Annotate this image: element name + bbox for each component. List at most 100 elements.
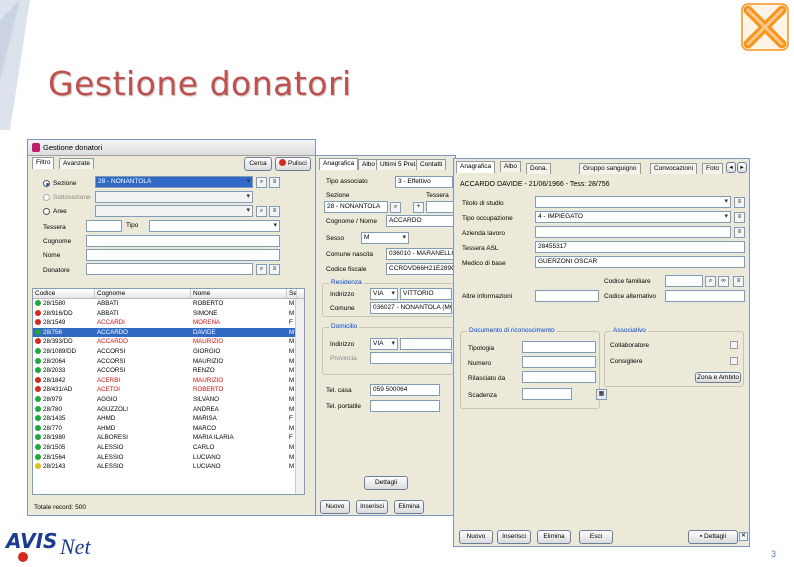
codice-familiare-list-icon[interactable]: ≡ bbox=[733, 276, 744, 287]
via-combo[interactable]: VIA bbox=[370, 288, 398, 300]
table-row[interactable]: 28/1435 AHMD MARISA F bbox=[33, 414, 304, 424]
dettagli-button-2[interactable]: Dettagli bbox=[364, 476, 408, 490]
sottosezione-radio[interactable] bbox=[43, 194, 50, 201]
aree-list-icon[interactable]: ≡ bbox=[269, 206, 280, 217]
collaboratore-checkbox[interactable] bbox=[730, 341, 738, 349]
telportatile-field[interactable] bbox=[370, 400, 440, 412]
scadenza-field[interactable] bbox=[522, 388, 572, 400]
add-icon[interactable]: + bbox=[413, 202, 424, 213]
indirizzo-field[interactable]: VITTORIO bbox=[400, 288, 452, 300]
nome-field[interactable] bbox=[86, 249, 280, 261]
table-row[interactable]: 28/2033 ACCORSI RENZO M bbox=[33, 366, 304, 376]
table-row[interactable]: 28/1842 ACERBI MAURIZIO M bbox=[33, 376, 304, 386]
column-cognome[interactable]: Cognome bbox=[95, 289, 191, 298]
aree-combo[interactable] bbox=[95, 205, 253, 217]
altre-info-field[interactable] bbox=[535, 290, 599, 302]
tab-scroll-left[interactable]: ◂ bbox=[726, 162, 736, 173]
codice-alternativo-field[interactable] bbox=[665, 290, 745, 302]
sezione-radio[interactable] bbox=[43, 180, 50, 187]
tessera-field-2[interactable] bbox=[426, 201, 454, 213]
close-small-icon[interactable]: ✕ bbox=[739, 532, 748, 541]
elimina-button-3[interactable]: Elimina bbox=[537, 530, 571, 544]
sesso-combo[interactable]: M bbox=[361, 232, 409, 244]
sezione-combo[interactable]: 28 - NONANTOLA bbox=[95, 176, 253, 188]
tipo-combo[interactable] bbox=[149, 220, 280, 232]
table-row[interactable]: 28/1580 ABBATI ROBERTO M bbox=[33, 299, 304, 309]
elimina-button-2[interactable]: Elimina bbox=[394, 500, 424, 514]
numero-field[interactable] bbox=[522, 356, 596, 368]
codice-familiare-binoculars-icon[interactable]: ∞ bbox=[718, 276, 729, 287]
inserisci-button-2[interactable]: Inserisci bbox=[356, 500, 388, 514]
aree-search-icon[interactable]: ⌕ bbox=[256, 206, 267, 217]
tipo-occupazione-combo[interactable]: 4 - IMPIEGATO bbox=[535, 211, 731, 223]
tab-ultimi-prelievi[interactable]: Ultimi 5 Prel. bbox=[376, 159, 421, 170]
tessera-field[interactable] bbox=[86, 220, 122, 232]
tab-albo-3[interactable]: Albo bbox=[500, 161, 522, 172]
via-combo-dom[interactable]: VIA bbox=[370, 338, 398, 350]
sezione-search-icon-2[interactable]: ⌕ bbox=[390, 202, 401, 213]
grid-scrollbar[interactable] bbox=[295, 299, 304, 494]
tab-donazioni[interactable]: Dona. bbox=[526, 163, 552, 174]
sezione-list-icon[interactable]: ≡ bbox=[269, 177, 280, 188]
table-row[interactable]: 28/1089/DD ACCORSI GIORGIO M bbox=[33, 347, 304, 357]
telcasa-field[interactable]: 059 500064 bbox=[370, 384, 440, 396]
tab-contatti[interactable]: Contatti bbox=[416, 159, 447, 170]
tab-convocazioni[interactable]: Convocazioni bbox=[650, 163, 698, 174]
sottosezione-combo[interactable] bbox=[95, 191, 253, 203]
table-row[interactable]: 28/770 AHMD MARCO M bbox=[33, 424, 304, 434]
calendar-icon[interactable]: ▦ bbox=[596, 389, 607, 400]
tab-filtro[interactable]: Filtro bbox=[32, 157, 55, 169]
inserisci-button-3[interactable]: Inserisci bbox=[497, 530, 531, 544]
cerca-button[interactable]: Cerca bbox=[244, 157, 272, 171]
table-row[interactable]: 28/1980 ALBORESI MARIA ILARIA F bbox=[33, 433, 304, 443]
codice-familiare-search-icon[interactable]: ⌕ bbox=[705, 276, 716, 287]
comune-nascita-field[interactable]: 036010 - MARANELLO bbox=[386, 248, 454, 260]
indirizzo-field-dom[interactable] bbox=[400, 338, 452, 350]
table-row[interactable]: 28/756 ACCARDO DAVIDE M bbox=[33, 327, 304, 338]
table-row[interactable]: 28/780 AGUZZOLI ANDREA M bbox=[33, 405, 304, 415]
zona-ambito-button[interactable]: Zona e Ambito bbox=[695, 372, 741, 383]
azienda-list-icon[interactable]: ≡ bbox=[734, 227, 745, 238]
codice-fiscale-field[interactable]: CCRDVD66H21E289G bbox=[386, 263, 454, 275]
esci-button[interactable]: Esci bbox=[579, 530, 613, 544]
comune-field[interactable]: 036027 - NONANTOLA (MO) bbox=[370, 302, 452, 314]
tipo-associato-field[interactable]: 3 - Effettivo bbox=[395, 176, 453, 188]
sezione-field-2[interactable]: 28 - NONANTOLA bbox=[324, 201, 388, 213]
table-row[interactable]: 28/1564 ALESSIO LUCIANO M bbox=[33, 453, 304, 463]
titolo-studio-list-icon[interactable]: ≡ bbox=[734, 197, 745, 208]
cognome-field[interactable] bbox=[86, 235, 280, 247]
tab-foto[interactable]: Foto bbox=[702, 163, 724, 174]
donatore-search-icon[interactable]: ⌕ bbox=[256, 264, 267, 275]
tipologia-field[interactable] bbox=[522, 341, 596, 353]
tab-anagrafica-3[interactable]: Anagrafica bbox=[456, 161, 496, 173]
table-row[interactable]: 28/393/DD ACCARDO MAURIZIO M bbox=[33, 337, 304, 347]
table-row[interactable]: 28/2064 ACCORSI MAURIZIO M bbox=[33, 357, 304, 367]
aree-radio[interactable] bbox=[43, 208, 50, 215]
donatore-list-icon[interactable]: ≡ bbox=[269, 264, 280, 275]
nuovo-button-3[interactable]: Nuovo bbox=[459, 530, 493, 544]
column-codice[interactable]: Codice bbox=[33, 289, 95, 298]
column-nome[interactable]: Nome bbox=[191, 289, 287, 298]
table-row[interactable]: 28/979 AGGIO SILVANO M bbox=[33, 395, 304, 405]
pulisci-button[interactable]: Pulisci bbox=[275, 157, 311, 171]
tab-avanzate[interactable]: Avanzate bbox=[59, 158, 94, 169]
rilasciato-field[interactable] bbox=[522, 371, 596, 383]
tab-anagrafica-2[interactable]: Anagrafica bbox=[319, 158, 359, 170]
dettagli-button-3[interactable]: ▪ Dettagli bbox=[688, 530, 738, 544]
cognome-field-2[interactable]: ACCARDO bbox=[386, 215, 454, 227]
donatori-grid[interactable]: Codice Cognome Nome Se 28/1580 ABBATI ROBE… bbox=[32, 288, 305, 495]
azienda-field[interactable] bbox=[535, 226, 731, 238]
comune-field-dom[interactable] bbox=[370, 352, 452, 364]
nuovo-button-2[interactable]: Nuovo bbox=[320, 500, 350, 514]
sezione-search-icon[interactable]: ⌕ bbox=[256, 177, 267, 188]
donatore-field[interactable] bbox=[86, 263, 253, 275]
column-sesso[interactable]: Se bbox=[287, 289, 297, 298]
tipo-occupazione-list-icon[interactable]: ≡ bbox=[734, 212, 745, 223]
table-row[interactable]: 28/2143 ALESSIO LUCIANO M bbox=[33, 462, 304, 472]
table-row[interactable]: 28/1549 ACCARDI MORENA F bbox=[33, 318, 304, 328]
codice-familiare-field[interactable] bbox=[665, 275, 703, 287]
table-row[interactable]: 28/1505 ALESSIO CARLO M bbox=[33, 443, 304, 453]
table-row[interactable]: 28/431/AD ACETOI ROBERTO M bbox=[33, 385, 304, 395]
tab-scroll-right[interactable]: ▸ bbox=[737, 162, 747, 173]
table-row[interactable]: 28/916/DD ABBATI SIMONE M bbox=[33, 309, 304, 319]
